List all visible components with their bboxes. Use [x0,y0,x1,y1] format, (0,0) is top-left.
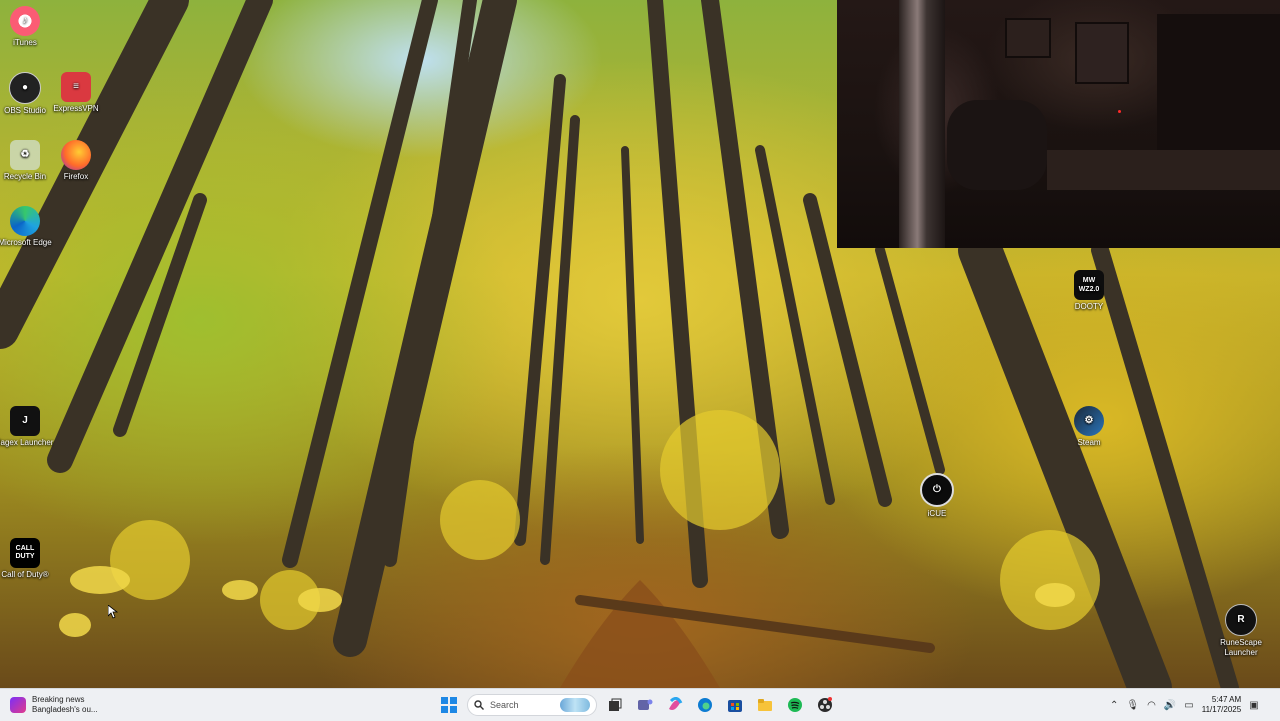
webcam-picture-frame [1075,22,1129,84]
desktop-icon-label: Microsoft Edge [0,238,52,247]
runescape-icon: R [1225,604,1257,636]
recycle-bin-icon: ♻ [10,140,40,170]
runescape-logo-text: R [1237,614,1245,625]
mw-wz2-icon: MW WZ2.0 [1074,270,1104,300]
webcam-picture-frame [1005,18,1051,58]
desktop-icon-label: DOOTY [1074,302,1104,311]
search-box[interactable]: Search [467,694,597,716]
desktop-icon-label: Jagex Launcher [0,438,54,447]
news-widget[interactable]: Breaking news Bangladesh's ou... [10,693,98,717]
steam-icon: ⚙ [1074,406,1104,436]
desktop-icon-jagex[interactable]: J Jagex Launcher [0,406,55,448]
news-subtitle: Bangladesh's ou... [32,705,98,714]
news-title: Breaking news [32,695,85,704]
cod-logo-line: CALL [15,545,35,552]
wifi-icon[interactable]: ◠ [1147,700,1156,711]
desktop-icon-firefox[interactable]: Firefox [46,140,106,182]
webcam-overlay [837,0,1280,248]
mw-logo-line: MW [1082,277,1096,284]
webcam-chair [947,100,1047,190]
edge-icon [10,206,40,236]
desktop-icon-icue[interactable]: ⏻ iCUE [907,473,967,519]
search-placeholder: Search [490,700,519,710]
webcam-door [1157,14,1280,154]
battery-icon[interactable]: ▭ [1184,700,1193,711]
desktop-icon-label: Call of Duty® [1,570,49,579]
desktop-icon-edge[interactable]: Microsoft Edge [0,206,55,248]
clock-time: 5:47 AM [1211,695,1242,704]
edge-icon[interactable] [693,693,717,717]
clock-date: 11/17/2025 [1201,705,1242,714]
cod-logo-line: DUTY [15,553,35,560]
system-tray: ⌃ 🎙 ◠ 🔊 ▭ 5:47 AM 11/17/2025 ▣ [1110,693,1259,717]
clock[interactable]: 5:47 AM 11/17/2025 [1202,695,1241,715]
file-explorer-icon[interactable] [753,693,777,717]
desktop-icon-label: RuneScape Launcher [1220,638,1262,657]
notification-icon[interactable]: ▣ [1249,700,1258,711]
task-view-icon[interactable] [603,693,627,717]
desktop-icon-label: iCUE [927,509,947,518]
obs-icon: ● [9,72,41,104]
jagex-logo-text: J [22,415,28,426]
spotify-icon[interactable] [783,693,807,717]
desktop-icon-mw-wz2[interactable]: MW WZ2.0 DOOTY [1059,270,1119,312]
news-icon [10,697,26,713]
expressvpn-icon: ≡ [61,72,91,102]
icue-icon: ⏻ [920,473,954,507]
call-of-duty-icon: CALL DUTY [10,538,40,568]
jagex-icon: J [10,406,40,436]
desktop-icon-expressvpn[interactable]: ≡ ExpressVPN [46,72,106,114]
webcam-shelf [1047,150,1280,190]
desktop-icon-runescape[interactable]: R RuneScape Launcher [1211,604,1271,658]
taskbar-center: Search [437,693,837,717]
desktop-icon-label: Steam [1077,438,1101,447]
desktop-icon-label: iTunes [13,38,37,47]
desktop-icon-label: ExpressVPN [53,104,99,113]
search-icon [474,700,484,710]
desktop-icon-itunes[interactable]: ♪ iTunes [0,6,55,48]
taskbar: Breaking news Bangladesh's ou... Search [0,688,1280,721]
teams-icon[interactable] [633,693,657,717]
desktop-icon-call-of-duty[interactable]: CALL DUTY Call of Duty® [0,538,55,580]
itunes-icon: ♪ [10,6,40,36]
volume-icon[interactable]: 🔊 [1164,700,1176,711]
microphone-icon[interactable]: 🎙 [1126,700,1139,711]
firefox-icon [61,140,91,170]
desktop-icon-label: Firefox [63,172,89,181]
webcam-pole [899,0,945,248]
chevron-up-icon[interactable]: ⌃ [1110,700,1118,711]
webcam-red-led [1118,110,1121,113]
copilot-icon[interactable] [663,693,687,717]
windows-start-icon[interactable] [437,693,461,717]
obs-icon[interactable] [813,693,837,717]
mw-logo-line: WZ2.0 [1078,286,1100,293]
store-icon[interactable] [723,693,747,717]
desktop-icon-steam[interactable]: ⚙ Steam [1059,406,1119,448]
search-highlight-art [560,698,590,712]
